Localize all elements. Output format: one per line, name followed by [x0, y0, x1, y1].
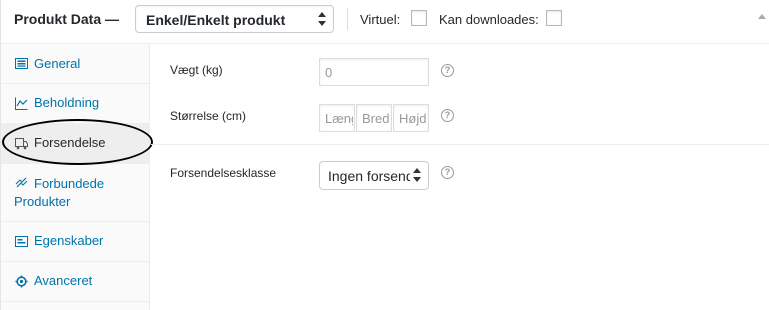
- tab-attributes-label: Egenskaber: [34, 233, 104, 248]
- shipping-panel: Vægt (kg) 0 ? Størrelse (cm) Længde Bred…: [151, 44, 769, 310]
- chart-icon: [15, 97, 28, 110]
- downloadable-checkbox[interactable]: [546, 10, 562, 26]
- tab-shipping-label: Forsendelse: [34, 135, 106, 150]
- weight-help-icon[interactable]: ?: [441, 64, 454, 77]
- tab-inventory[interactable]: Beholdning: [1, 84, 149, 124]
- tab-advanced[interactable]: Avanceret: [1, 262, 149, 302]
- virtual-label: Virtuel:: [360, 12, 401, 27]
- collapse-toggle-icon[interactable]: [758, 14, 766, 19]
- select-arrows-icon: [318, 12, 326, 26]
- weight-placeholder: 0: [325, 65, 333, 80]
- tab-linked-products[interactable]: Forbundede Produkter: [1, 164, 149, 222]
- tab-general-label: General: [34, 56, 81, 71]
- product-type-value: Enkel/Enkelt produkt: [146, 12, 286, 28]
- panel-title: Produkt Data —: [14, 11, 119, 27]
- height-input[interactable]: Højde: [393, 104, 429, 132]
- downloadable-label: Kan downloades:: [439, 12, 539, 27]
- tab-shipping[interactable]: Forsendelse: [1, 124, 149, 164]
- product-data-tabs: General Beholdning Forsendelse Forbunded…: [1, 44, 150, 310]
- product-data-panel: Produkt Data — Enkel/Enkelt produkt Virt…: [0, 0, 769, 310]
- width-placeholder: Bredde: [362, 111, 390, 126]
- tab-inventory-label: Beholdning: [34, 95, 100, 110]
- panel-header: Produkt Data — Enkel/Enkelt produkt Virt…: [1, 0, 769, 44]
- gear-icon: [15, 275, 28, 288]
- list-icon: [15, 236, 28, 247]
- length-input[interactable]: Længde: [319, 104, 355, 132]
- tab-advanced-label: Avanceret: [34, 273, 93, 288]
- panel-title-dash: —: [105, 11, 120, 27]
- weight-label: Vægt (kg): [170, 63, 223, 77]
- width-input[interactable]: Bredde: [356, 104, 392, 132]
- height-placeholder: Højde: [399, 111, 427, 126]
- section-divider: [151, 144, 769, 145]
- virtual-checkbox[interactable]: [411, 10, 427, 26]
- header-separator: [347, 8, 348, 30]
- shipping-class-help-icon[interactable]: ?: [441, 166, 454, 179]
- truck-icon: [15, 138, 28, 150]
- panel-title-text: Produkt Data: [14, 11, 102, 27]
- shipping-class-value: Ingen forsendelsesklasse: [328, 168, 410, 184]
- product-type-select[interactable]: Enkel/Enkelt produkt: [135, 5, 334, 33]
- size-label: Størrelse (cm): [170, 109, 246, 123]
- grid-icon: [15, 58, 28, 69]
- tab-general[interactable]: General: [1, 44, 149, 84]
- tab-attributes[interactable]: Egenskaber: [1, 222, 149, 262]
- select-arrows-icon: [413, 168, 421, 182]
- shipping-class-label: Forsendelsesklasse: [170, 166, 277, 180]
- weight-input[interactable]: 0: [319, 58, 429, 86]
- size-help-icon[interactable]: ?: [441, 109, 454, 122]
- tab-linked-products-label: Forbundede Produkter: [14, 176, 105, 209]
- shipping-class-select[interactable]: Ingen forsendelsesklasse: [319, 161, 429, 190]
- length-placeholder: Længde: [325, 111, 353, 126]
